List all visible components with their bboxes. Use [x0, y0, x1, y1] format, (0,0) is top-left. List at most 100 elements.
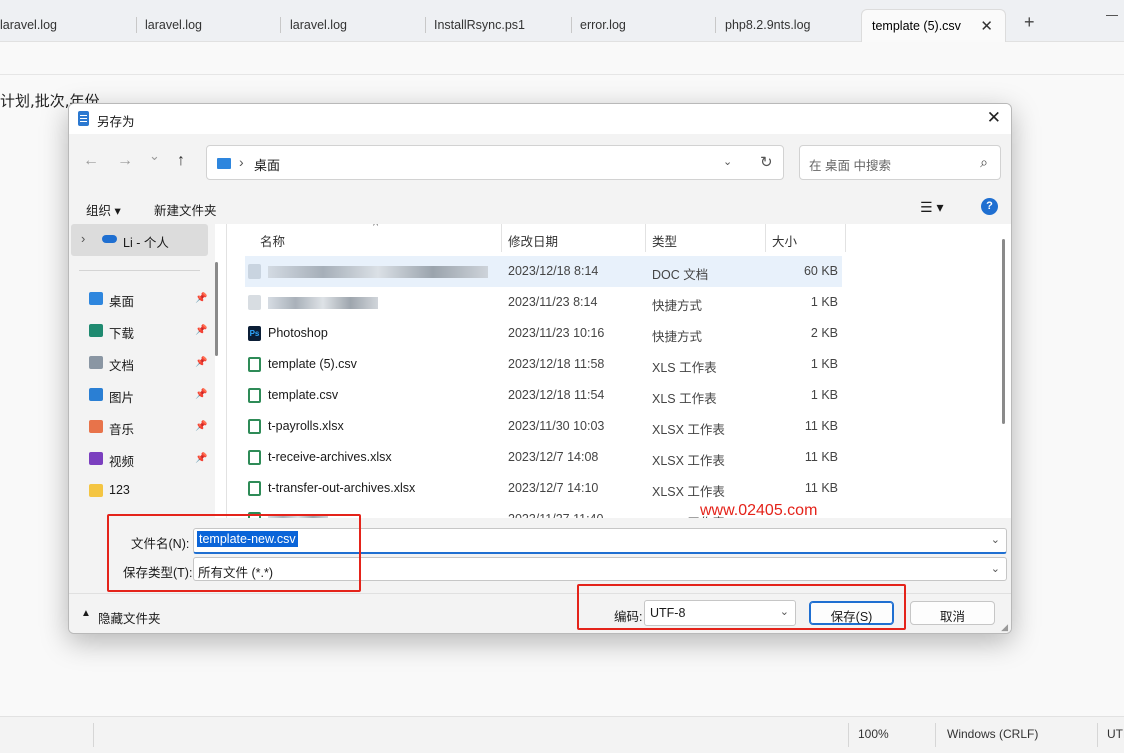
- view-options-icon[interactable]: ☰ ▾: [920, 199, 943, 216]
- tab-label: laravel.log: [290, 18, 347, 32]
- file-type: XLS 工作表: [652, 361, 717, 375]
- status-separator: [93, 723, 94, 747]
- sidebar-item-download[interactable]: 下载: [89, 323, 134, 342]
- tab-php-log[interactable]: php8.2.9nts.log: [725, 9, 855, 42]
- file-row[interactable]: 2023/11/23 8:14 快捷方式 1 KB: [245, 287, 842, 318]
- photoshop-icon: Ps: [248, 326, 261, 341]
- pictures-icon: [89, 388, 103, 401]
- sidebar-item-pictures[interactable]: 图片: [89, 387, 135, 406]
- column-size[interactable]: 大小: [772, 224, 797, 252]
- file-date: 2023/11/30 10:03: [508, 419, 605, 433]
- file-type: 快捷方式: [652, 299, 703, 313]
- sidebar-item-video[interactable]: 视频: [89, 451, 134, 470]
- folder-icon: [89, 484, 103, 497]
- column-separator[interactable]: [645, 224, 646, 252]
- sidebar-item-folder[interactable]: 123: [89, 483, 130, 497]
- file-type: DOC 文档: [652, 268, 709, 282]
- tab-installrsync[interactable]: InstallRsync.ps1: [434, 9, 569, 42]
- sidebar-item-label: 音乐: [109, 423, 135, 437]
- up-icon[interactable]: ↑: [177, 152, 185, 170]
- file-type: XLSX 工作表: [652, 454, 725, 468]
- file-row[interactable]: template.csv 2023/12/18 11:54 XLS 工作表 1 KB: [245, 380, 842, 411]
- nav-scrollbar[interactable]: [215, 262, 218, 356]
- pin-icon[interactable]: 📌: [195, 325, 207, 336]
- chevron-down-icon[interactable]: ⌄: [723, 155, 732, 168]
- search-input[interactable]: 在 桌面 中搜索 ⌕: [799, 145, 1001, 180]
- command-bar: 组织 ▾ 新建文件夹 ☰ ▾ ?: [69, 192, 1011, 224]
- column-separator[interactable]: [765, 224, 766, 252]
- file-row[interactable]: t-transfer-out-archives.xlsx 2023/12/7 14…: [245, 473, 842, 504]
- pin-icon[interactable]: 📌: [195, 389, 207, 400]
- sidebar-item-onedrive[interactable]: › Li - 个人: [71, 224, 208, 256]
- watermark: www.02405.com: [700, 502, 818, 519]
- xlsx-icon: [248, 450, 261, 465]
- tab-separator: [571, 17, 572, 33]
- line-ending[interactable]: Windows (CRLF): [947, 727, 1038, 741]
- new-tab-icon[interactable]: +: [1024, 12, 1035, 33]
- tab-laravel-log-3[interactable]: laravel.log: [290, 9, 420, 42]
- file-row[interactable]: Ps Photoshop 2023/11/23 10:16 快捷方式 2 KB: [245, 318, 842, 349]
- tab-laravel-log-2[interactable]: laravel.log: [145, 9, 275, 42]
- back-icon[interactable]: ←: [83, 152, 99, 170]
- pin-icon[interactable]: 📌: [195, 421, 207, 432]
- address-bar[interactable]: › 桌面 ⌄ ↻: [206, 145, 784, 180]
- file-row[interactable]: template (5).csv 2023/12/18 11:58 XLS 工作表 1…: [245, 349, 842, 380]
- file-name: Photoshop: [268, 326, 328, 340]
- search-icon[interactable]: ⌕: [980, 154, 988, 171]
- pin-icon[interactable]: 📌: [195, 293, 207, 304]
- tab-error-log[interactable]: error.log: [580, 9, 710, 42]
- tab-laravel-log-1[interactable]: laravel.log: [0, 9, 135, 42]
- tab-label: laravel.log: [145, 18, 202, 32]
- recent-locations-icon[interactable]: ⌄: [149, 148, 160, 164]
- file-size: 11 KB: [804, 450, 838, 464]
- redacted-filename: [268, 297, 378, 309]
- forward-icon[interactable]: →: [117, 152, 133, 170]
- chevron-down-icon[interactable]: ⌄: [991, 562, 1000, 575]
- file-date: 2023/12/18 11:54: [508, 388, 605, 402]
- resize-grip-icon[interactable]: ◢: [1001, 622, 1008, 633]
- onedrive-icon: [102, 235, 117, 243]
- file-row[interactable]: 2023/12/18 8:14 DOC 文档 60 KB: [245, 256, 842, 287]
- pin-icon[interactable]: 📌: [195, 453, 207, 464]
- navigation-pane: › Li - 个人 桌面 📌 下载 📌 文档 📌 图片 📌 音乐 📌 视频 📌 123: [69, 224, 218, 518]
- column-separator[interactable]: [501, 224, 502, 252]
- column-name[interactable]: 名称: [260, 224, 285, 252]
- close-icon[interactable]: ✕: [987, 108, 1001, 128]
- new-folder-button[interactable]: 新建文件夹: [154, 200, 217, 219]
- breadcrumb-desktop[interactable]: 桌面: [254, 155, 280, 174]
- csv-icon: [248, 357, 261, 372]
- sidebar-item-desktop[interactable]: 桌面: [89, 291, 134, 310]
- help-icon[interactable]: ?: [981, 198, 998, 215]
- column-date[interactable]: 修改日期: [508, 224, 558, 252]
- file-date: 2023/11/23 10:16: [508, 326, 605, 340]
- file-row[interactable]: t-receive-archives.xlsx 2023/12/7 14:08 XL…: [245, 442, 842, 473]
- hide-folders-toggle[interactable]: 隐藏文件夹: [98, 608, 161, 627]
- minimize-icon[interactable]: [1106, 4, 1118, 16]
- annotation-box-filename: [107, 514, 361, 592]
- sidebar-item-document[interactable]: 文档: [89, 355, 134, 374]
- file-row[interactable]: t-payrolls.xlsx 2023/11/30 10:03 XLSX 工作表 1…: [245, 411, 842, 442]
- sidebar-item-label: 图片: [109, 391, 135, 405]
- zoom-level[interactable]: 100%: [858, 727, 889, 741]
- file-type: XLS 工作表: [652, 392, 717, 406]
- file-list-scrollbar[interactable]: [1002, 239, 1005, 424]
- column-type[interactable]: 类型: [652, 224, 677, 252]
- expand-chevron-icon[interactable]: ›: [81, 231, 85, 246]
- annotation-box-encoding: [577, 584, 906, 630]
- document-icon: [89, 356, 103, 369]
- desktop-icon: [217, 158, 231, 169]
- pin-icon[interactable]: 📌: [195, 357, 207, 368]
- refresh-icon[interactable]: ↻: [760, 153, 773, 171]
- file-size: 11 KB: [804, 419, 838, 433]
- file-encoding[interactable]: UTF: [1107, 727, 1124, 741]
- sidebar-item-music[interactable]: 音乐: [89, 419, 135, 438]
- tab-close-icon[interactable]: ✕: [980, 17, 993, 35]
- file-size: 2 KB: [810, 326, 838, 340]
- status-separator: [935, 723, 936, 747]
- organize-button[interactable]: 组织 ▾: [86, 200, 121, 219]
- chevron-down-icon[interactable]: ⌄: [991, 533, 1000, 546]
- tab-template-csv[interactable]: template (5).csv ✕: [861, 9, 1006, 42]
- column-separator[interactable]: [845, 224, 846, 252]
- collapse-chevron-icon[interactable]: ▲: [81, 608, 91, 619]
- cancel-button[interactable]: 取消: [910, 601, 995, 625]
